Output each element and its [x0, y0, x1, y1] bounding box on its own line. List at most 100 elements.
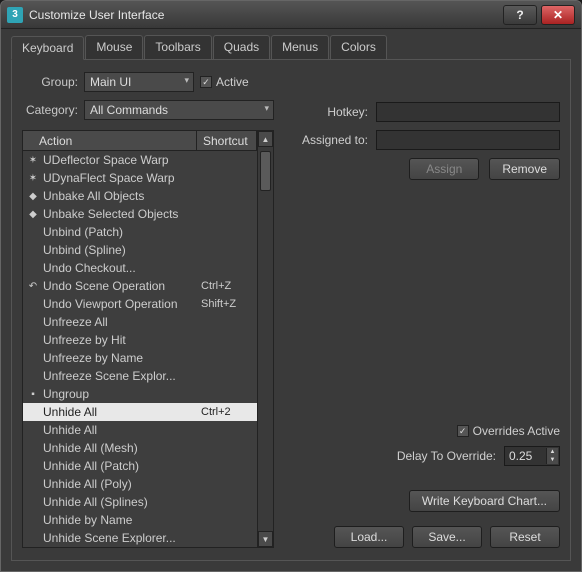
delay-value: 0.25	[509, 449, 532, 463]
list-item[interactable]: Unfreeze by Hit	[23, 331, 257, 349]
list-item[interactable]: Unfreeze All	[23, 313, 257, 331]
spinner-arrows-icon[interactable]: ▲▼	[546, 448, 558, 464]
list-item-name: Unfreeze All	[43, 315, 201, 329]
action-list[interactable]: Action Shortcut ✶UDeflector Space Warp✶U…	[23, 131, 257, 547]
blank-icon	[26, 405, 40, 419]
titlebar[interactable]: 3 Customize User Interface ? ✕	[1, 1, 581, 29]
help-button[interactable]: ?	[503, 5, 537, 25]
blank-icon	[26, 261, 40, 275]
list-item[interactable]: Unhide AllCtrl+2	[23, 403, 257, 421]
category-label: Category:	[22, 103, 78, 117]
list-item[interactable]: ✶UDeflector Space Warp	[23, 151, 257, 169]
hotkey-input[interactable]	[376, 102, 560, 122]
list-item[interactable]: Unhide All (Splines)	[23, 493, 257, 511]
window-title: Customize User Interface	[29, 8, 503, 22]
action-list-container: Action Shortcut ✶UDeflector Space Warp✶U…	[22, 130, 274, 548]
dialog-window: 3 Customize User Interface ? ✕ KeyboardM…	[0, 0, 582, 572]
keyboard-tab-panel: Group: Main UI ✓ Active Category: All Co…	[11, 60, 571, 561]
active-checkbox[interactable]: ✓ Active	[200, 75, 249, 89]
assigned-label: Assigned to:	[288, 133, 368, 147]
tab-menus[interactable]: Menus	[271, 35, 329, 59]
list-item-name: Unhide All	[43, 423, 201, 437]
warp-icon: ✶	[26, 153, 40, 167]
blank-icon	[26, 441, 40, 455]
blank-icon	[26, 495, 40, 509]
list-item-name: Unhide All (Poly)	[43, 477, 201, 491]
column-header-shortcut[interactable]: Shortcut	[197, 131, 257, 150]
tab-quads[interactable]: Quads	[213, 35, 270, 59]
list-item-name: Unhide All (Splines)	[43, 495, 201, 509]
ungroup-icon: ▪	[26, 387, 40, 401]
left-column: Group: Main UI ✓ Active Category: All Co…	[22, 72, 274, 548]
blank-icon	[26, 513, 40, 527]
tab-keyboard[interactable]: Keyboard	[11, 36, 84, 60]
window-controls: ? ✕	[503, 5, 575, 25]
group-value: Main UI	[90, 75, 131, 89]
list-item-name: Unhide All (Mesh)	[43, 441, 201, 455]
list-item[interactable]: ◆Unbake Selected Objects	[23, 205, 257, 223]
load-button[interactable]: Load...	[334, 526, 404, 548]
list-item[interactable]: Unbind (Patch)	[23, 223, 257, 241]
save-button[interactable]: Save...	[412, 526, 482, 548]
app-icon: 3	[7, 7, 23, 23]
list-item[interactable]: Unhide by Name	[23, 511, 257, 529]
blank-icon	[26, 315, 40, 329]
list-item[interactable]: Unhide Scene Explorer...	[23, 529, 257, 547]
blank-icon	[26, 423, 40, 437]
list-item[interactable]: Unhide All (Mesh)	[23, 439, 257, 457]
list-item[interactable]: Unfreeze Scene Explor...	[23, 367, 257, 385]
active-checkbox-label: Active	[216, 75, 249, 89]
list-item[interactable]: ▪Ungroup	[23, 385, 257, 403]
list-item[interactable]: ◆Unbake All Objects	[23, 187, 257, 205]
dialog-body: KeyboardMouseToolbarsQuadsMenusColors Gr…	[1, 29, 581, 571]
list-item[interactable]: Unhide All (Patch)	[23, 457, 257, 475]
list-item-name: UDynaFlect Space Warp	[43, 171, 201, 185]
warp-icon: ✶	[26, 171, 40, 185]
list-item-name: Unfreeze by Name	[43, 351, 201, 365]
blank-icon	[26, 351, 40, 365]
tab-colors[interactable]: Colors	[330, 35, 387, 59]
blank-icon	[26, 369, 40, 383]
list-item-name: Undo Scene Operation	[43, 279, 201, 293]
delay-label: Delay To Override:	[397, 449, 496, 463]
assign-button[interactable]: Assign	[409, 158, 479, 180]
group-dropdown[interactable]: Main UI	[84, 72, 194, 92]
list-item[interactable]: Unhide All	[23, 421, 257, 439]
list-item[interactable]: Unfreeze by Name	[23, 349, 257, 367]
delay-spinner[interactable]: 0.25 ▲▼	[504, 446, 560, 466]
list-item[interactable]: Undo Viewport OperationShift+Z	[23, 295, 257, 313]
list-item[interactable]: ↶Undo Scene OperationCtrl+Z	[23, 277, 257, 295]
undo-icon: ↶	[26, 279, 40, 293]
list-item-name: Unhide All	[43, 405, 201, 419]
tab-toolbars[interactable]: Toolbars	[144, 35, 211, 59]
scroll-down-icon[interactable]: ▼	[258, 531, 273, 547]
tab-mouse[interactable]: Mouse	[85, 35, 143, 59]
blank-icon	[26, 225, 40, 239]
list-item-name: Unhide All (Patch)	[43, 459, 201, 473]
column-header-action[interactable]: Action	[23, 131, 197, 150]
scroll-thumb[interactable]	[260, 151, 271, 191]
assigned-input[interactable]	[376, 130, 560, 150]
list-item[interactable]: Unbind (Spline)	[23, 241, 257, 259]
category-value: All Commands	[90, 103, 168, 117]
category-dropdown[interactable]: All Commands	[84, 100, 274, 120]
list-item-name: Unfreeze Scene Explor...	[43, 369, 201, 383]
tab-strip: KeyboardMouseToolbarsQuadsMenusColors	[11, 35, 571, 60]
unbake-icon: ◆	[26, 189, 40, 203]
reset-button[interactable]: Reset	[490, 526, 560, 548]
remove-button[interactable]: Remove	[489, 158, 560, 180]
list-item-name: Unbake All Objects	[43, 189, 201, 203]
list-item[interactable]: ✶UDynaFlect Space Warp	[23, 169, 257, 187]
blank-icon	[26, 477, 40, 491]
right-column: Hotkey: Assigned to: Assign Remove ✓ Ove…	[288, 72, 560, 548]
close-button[interactable]: ✕	[541, 5, 575, 25]
list-header: Action Shortcut	[23, 131, 257, 151]
write-chart-button[interactable]: Write Keyboard Chart...	[409, 490, 560, 512]
list-item-shortcut: Shift+Z	[201, 298, 257, 310]
list-item-name: Unhide by Name	[43, 513, 201, 527]
overrides-checkbox[interactable]: ✓ Overrides Active	[457, 424, 560, 438]
scrollbar[interactable]: ▲ ▼	[257, 131, 273, 547]
scroll-up-icon[interactable]: ▲	[258, 131, 273, 147]
list-item[interactable]: Undo Checkout...	[23, 259, 257, 277]
list-item[interactable]: Unhide All (Poly)	[23, 475, 257, 493]
